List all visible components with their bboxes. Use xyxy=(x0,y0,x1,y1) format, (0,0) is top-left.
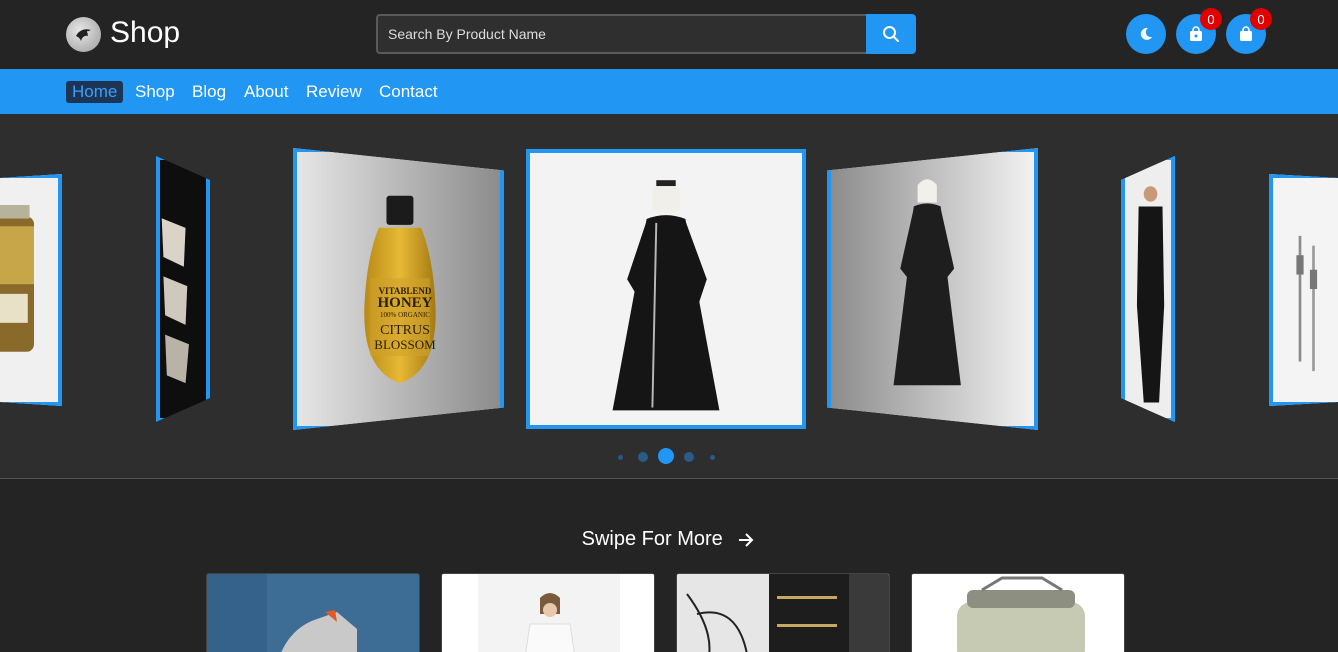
cart-count-badge: 0 xyxy=(1250,8,1272,30)
search-input[interactable] xyxy=(376,14,866,54)
nav-item-contact[interactable]: Contact xyxy=(379,81,438,103)
product-card-interior[interactable] xyxy=(676,573,890,652)
eagle-logo-icon[interactable] xyxy=(66,17,101,52)
honey-tagline: 100% ORGANIC xyxy=(380,311,430,320)
carousel-slide-black-dress[interactable] xyxy=(827,148,1038,430)
carousel-slide-man[interactable] xyxy=(1121,156,1175,422)
nav-item-home[interactable]: Home xyxy=(66,81,124,103)
product-card-jar[interactable] xyxy=(911,573,1125,652)
search-button[interactable] xyxy=(866,14,916,54)
moon-icon xyxy=(1140,27,1152,40)
product-card-tshirt[interactable] xyxy=(441,573,655,652)
carousel-dot[interactable] xyxy=(638,452,648,462)
honey-flavor: CITRUS xyxy=(380,322,430,338)
wishlist-button[interactable]: 0 xyxy=(1176,8,1222,54)
product-card-shoe[interactable] xyxy=(206,573,420,652)
shopping-bag-solid-icon xyxy=(1240,26,1252,41)
carousel-slide-earphones[interactable] xyxy=(1269,174,1338,406)
carousel-slide-abaya-active[interactable] xyxy=(526,149,806,429)
carousel-dot[interactable] xyxy=(618,455,623,460)
nav-item-shop[interactable]: Shop xyxy=(135,81,175,103)
honey-product: HONEY xyxy=(377,295,433,312)
carousel-slide-jar[interactable] xyxy=(0,174,62,406)
header: Shop 0 0 xyxy=(0,0,1338,69)
carousel-slide-honey[interactable]: VITABLEND HONEY 100% ORGANIC CITRUS BLOS… xyxy=(293,148,504,430)
search-icon xyxy=(883,26,899,42)
wishlist-count-badge: 0 xyxy=(1200,8,1222,30)
carousel-dot[interactable] xyxy=(710,455,715,460)
arrow-right-icon[interactable] xyxy=(736,530,756,550)
search-bar xyxy=(376,14,916,54)
brand-name[interactable]: Shop xyxy=(110,16,180,50)
swipe-heading: Swipe For More xyxy=(0,528,1338,551)
carousel-slide-tshirt[interactable] xyxy=(156,156,210,422)
cart-button[interactable]: 0 xyxy=(1226,8,1272,54)
swipe-label: Swipe For More xyxy=(581,528,723,551)
nav-item-review[interactable]: Review xyxy=(306,81,362,103)
product-carousel[interactable]: VITABLEND HONEY 100% ORGANIC CITRUS BLOS… xyxy=(0,114,1338,479)
main-nav: Home Shop Blog About Review Contact xyxy=(0,69,1338,114)
theme-toggle-button[interactable] xyxy=(1126,14,1166,54)
nav-item-blog[interactable]: Blog xyxy=(192,81,226,103)
carousel-dot-active[interactable] xyxy=(658,448,674,464)
nav-item-about[interactable]: About xyxy=(244,81,288,103)
shopping-bag-icon xyxy=(1190,26,1202,41)
honey-flavor-2: BLOSSOM xyxy=(374,337,436,353)
carousel-dot[interactable] xyxy=(684,452,694,462)
